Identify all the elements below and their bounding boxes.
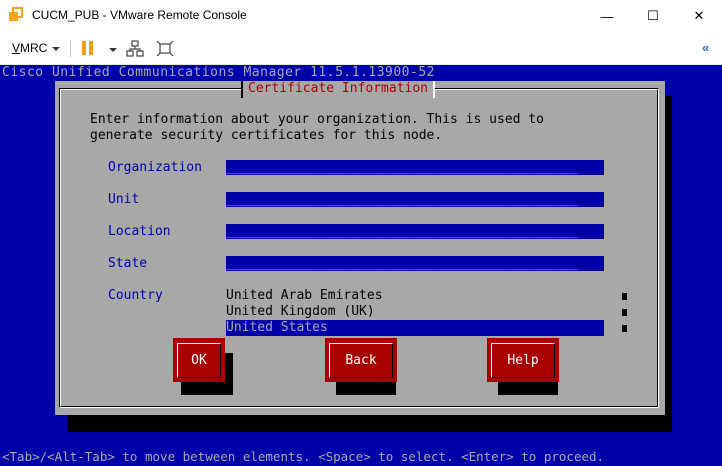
location-input[interactable]: ________________________________________… <box>226 224 604 239</box>
window-title: CUCM_PUB - VMware Remote Console <box>32 8 247 22</box>
chevron-down-icon <box>52 46 61 51</box>
vmware-logo-icon <box>9 7 23 21</box>
close-icon: ✕ <box>693 8 705 23</box>
console-header: Cisco Unified Communications Manager 11.… <box>2 65 435 80</box>
console-footer: <Tab>/<Alt-Tab> to move between elements… <box>2 449 605 464</box>
scrollbar-marker <box>622 309 627 316</box>
back-button[interactable]: Back <box>325 338 397 382</box>
location-label: Location <box>108 224 171 239</box>
country-option[interactable]: United Kingdom (UK) <box>226 304 604 320</box>
vmrc-menu-label: MRC <box>20 41 48 55</box>
close-button[interactable]: ✕ <box>676 0 722 32</box>
fit-screen-icon[interactable] <box>156 40 174 57</box>
country-listbox[interactable]: United Arab Emirates United Kingdom (UK)… <box>226 288 604 336</box>
network-icon[interactable] <box>126 40 144 57</box>
double-chevron-left-icon[interactable]: « <box>702 40 709 55</box>
certificate-dialog: Certificate Information Enter informatio… <box>55 81 665 415</box>
pause-dropdown-icon[interactable] <box>109 48 117 52</box>
scrollbar-marker <box>622 293 627 300</box>
state-label: State <box>108 256 148 271</box>
window-title-bar[interactable]: CUCM_PUB - VMware Remote Console — ☐ ✕ <box>0 0 722 32</box>
help-button-label: Help <box>507 352 539 368</box>
ok-button[interactable]: OK <box>173 338 225 382</box>
organization-label: Organization <box>108 160 202 175</box>
vmrc-toolbar: V MRC « <box>0 32 722 65</box>
organization-input[interactable]: ________________________________________… <box>226 160 604 175</box>
country-option[interactable]: United Arab Emirates <box>226 288 604 304</box>
ok-button-label: OK <box>191 352 207 368</box>
country-label: Country <box>108 288 163 303</box>
intro-line-1: Enter information about your organizatio… <box>90 112 544 127</box>
intro-text: Enter information about your organizatio… <box>90 112 544 144</box>
country-option-selected[interactable]: United States <box>226 320 604 336</box>
toolbar-divider <box>70 40 71 57</box>
scrollbar-marker <box>622 325 627 332</box>
state-input[interactable]: ________________________________________… <box>226 256 604 271</box>
intro-line-2: generate security certificates for this … <box>90 128 443 143</box>
help-button[interactable]: Help <box>487 338 559 382</box>
unit-input[interactable]: ________________________________________… <box>226 192 604 207</box>
dialog-title: Certificate Information <box>241 81 436 98</box>
vmrc-menu-accel: V <box>12 41 21 55</box>
maximize-icon: ☐ <box>647 8 659 23</box>
vm-console[interactable]: Cisco Unified Communications Manager 11.… <box>0 65 722 466</box>
vmrc-menu-button[interactable]: V MRC <box>12 41 61 55</box>
minimize-icon: — <box>600 8 614 24</box>
maximize-button[interactable]: ☐ <box>630 0 676 32</box>
back-button-label: Back <box>345 352 377 368</box>
minimize-button[interactable]: — <box>584 0 630 32</box>
unit-label: Unit <box>108 192 140 207</box>
pause-icon[interactable] <box>82 41 94 55</box>
